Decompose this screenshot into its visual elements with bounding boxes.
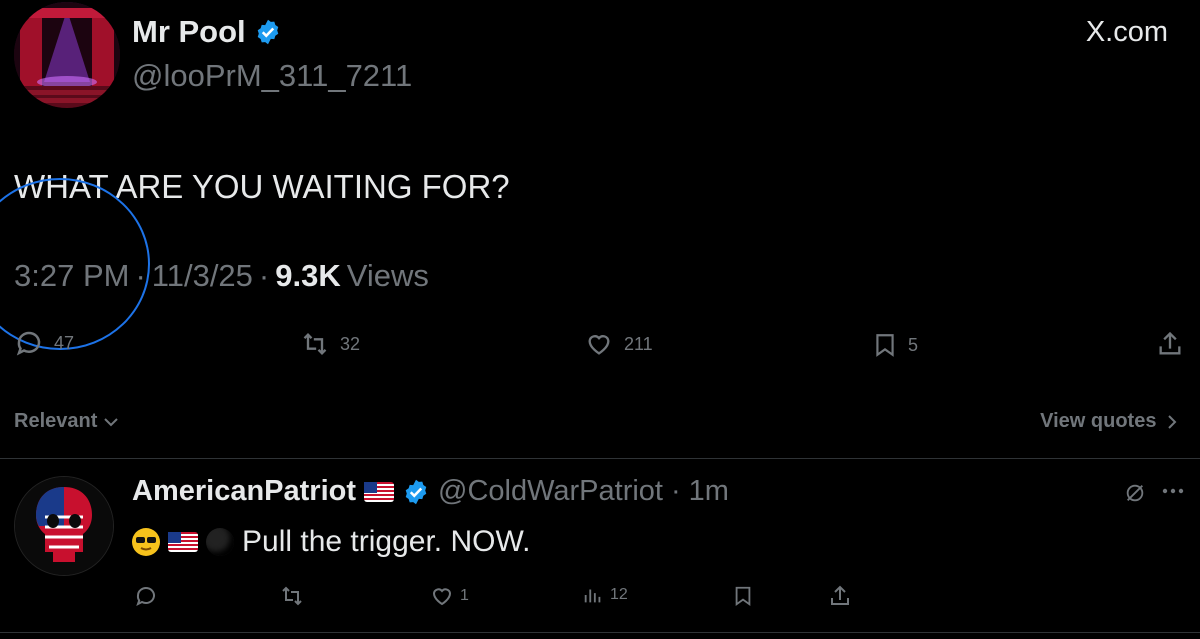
tweet-meta: 3:27 PM · 11/3/25 · 9.3K Views <box>14 258 429 294</box>
meta-separator: · <box>135 258 146 293</box>
us-flag-icon <box>364 481 395 502</box>
reply-repost-button[interactable] <box>280 584 304 608</box>
bomb-emoji-icon <box>206 528 234 556</box>
divider <box>0 632 1200 633</box>
grok-icon <box>1126 484 1144 502</box>
views-count: 9.3K <box>275 258 341 293</box>
reply-like-count: 1 <box>460 587 469 604</box>
share-button[interactable] <box>1156 330 1184 358</box>
reply-like-button[interactable]: 1 <box>430 584 469 608</box>
author-name[interactable]: Mr Pool <box>132 14 246 50</box>
sort-dropdown[interactable]: Relevant <box>14 410 119 433</box>
sort-label: Relevant <box>14 410 98 432</box>
bookmark-icon <box>876 334 894 357</box>
author-name-row: Mr Pool <box>132 14 282 50</box>
grok-button[interactable] <box>1124 482 1146 509</box>
tweet-date[interactable]: 11/3/25 <box>152 258 253 294</box>
author-handle[interactable]: @looPrM_311_7211 <box>132 58 412 94</box>
verified-badge-icon <box>257 19 278 45</box>
verified-badge-icon <box>405 479 427 504</box>
reply-share-button[interactable] <box>828 584 852 608</box>
reply-author-handle[interactable]: @ColdWarPatriot <box>438 475 663 508</box>
repost-icon <box>282 586 302 606</box>
reply-time[interactable]: 1m <box>689 475 729 508</box>
reply-header: AmericanPatriot @ColdWarPatriot · 1m <box>132 475 729 508</box>
reply-content: Pull the trigger. NOW. <box>132 525 530 559</box>
divider <box>0 458 1200 459</box>
bookmark-icon <box>735 586 751 607</box>
repost-count: 32 <box>340 333 361 354</box>
skull-flag-image <box>15 477 113 575</box>
repost-button[interactable]: 32 <box>300 330 360 358</box>
reply-icon <box>136 587 155 606</box>
site-label: X.com <box>1085 16 1168 48</box>
reply-button[interactable]: 47 <box>14 328 74 358</box>
reply-separator: · <box>671 475 681 507</box>
share-icon <box>831 585 849 605</box>
reply-count: 47 <box>54 332 75 353</box>
repost-icon <box>303 333 327 355</box>
like-button[interactable]: 211 <box>584 330 653 358</box>
reply-views-button[interactable]: 12 <box>582 584 628 606</box>
author-avatar[interactable] <box>14 2 120 108</box>
more-button[interactable] <box>1160 480 1186 507</box>
meta-separator: · <box>258 258 270 293</box>
reply-icon <box>16 331 41 356</box>
reply-views-count: 12 <box>610 586 628 603</box>
like-icon <box>432 588 452 606</box>
tweet-text: WHAT ARE YOU WAITING FOR? <box>14 168 510 205</box>
bookmark-button[interactable]: 5 <box>872 330 918 360</box>
like-icon <box>588 335 610 355</box>
reply-author-name[interactable]: AmericanPatriot <box>132 475 356 508</box>
reply-text: Pull the trigger. NOW. <box>242 525 531 558</box>
chevron-right-icon <box>1168 415 1177 429</box>
theater-stage-image <box>14 2 120 108</box>
more-icon <box>1162 488 1184 494</box>
reply-bookmark-button[interactable] <box>732 584 754 608</box>
view-quotes-link[interactable]: View quotes <box>1040 410 1178 433</box>
reply-reply-button[interactable] <box>134 584 158 608</box>
views-label: Views <box>346 258 429 293</box>
views-icon <box>584 589 601 603</box>
bookmark-count: 5 <box>908 334 919 355</box>
like-count: 211 <box>624 333 653 354</box>
chevron-down-icon <box>104 418 118 427</box>
sunglasses-emoji-icon <box>132 528 160 556</box>
us-flag-icon <box>168 532 198 552</box>
view-quotes-label: View quotes <box>1040 410 1157 432</box>
reply-author-avatar[interactable] <box>14 476 114 576</box>
share-icon <box>1159 331 1181 355</box>
tweet-time[interactable]: 3:27 PM <box>14 258 129 294</box>
